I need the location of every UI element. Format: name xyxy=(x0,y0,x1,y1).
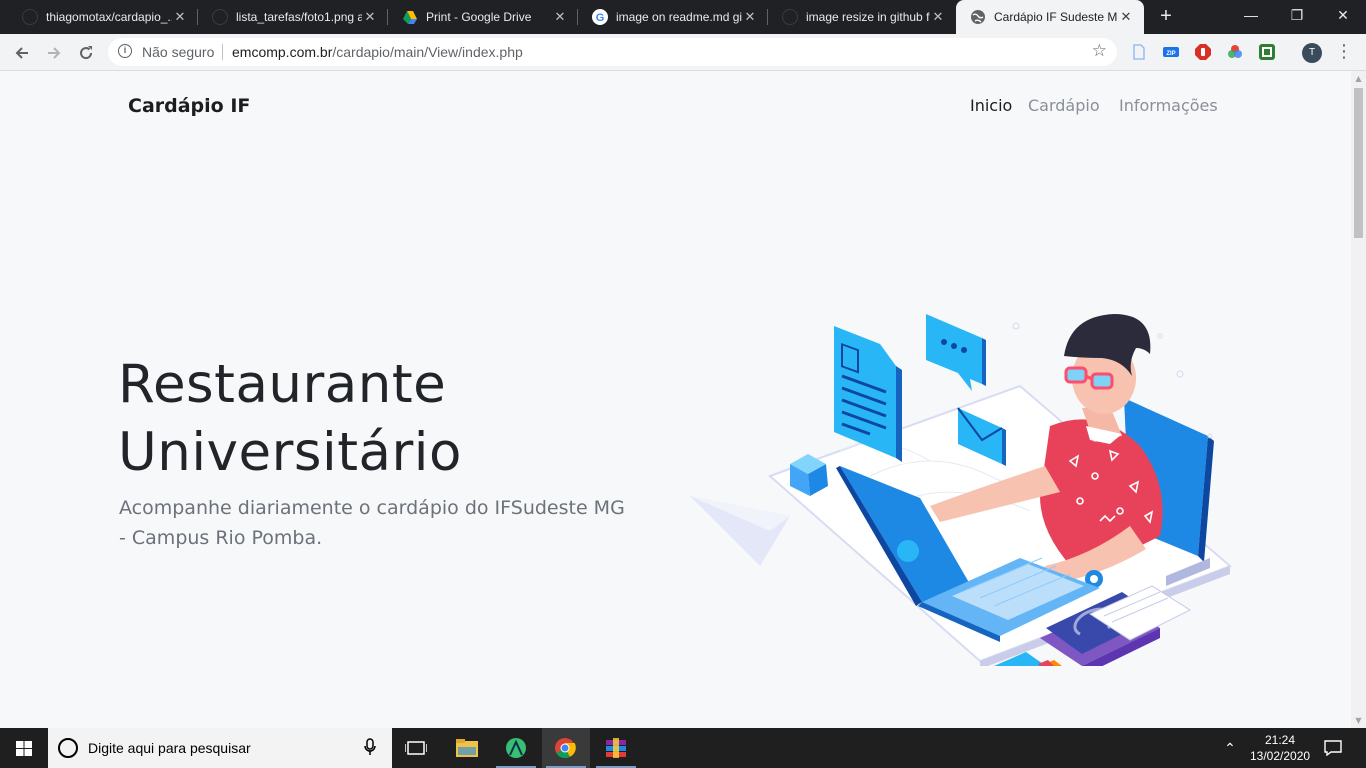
close-window-button[interactable]: ✕ xyxy=(1320,0,1366,34)
info-icon[interactable]: i xyxy=(118,44,132,58)
reload-icon xyxy=(80,46,93,60)
github-icon xyxy=(782,9,798,25)
close-tab-icon[interactable]: ✕ xyxy=(742,9,758,25)
site-brand[interactable]: Cardápio IF xyxy=(128,95,250,117)
search-placeholder: Digite aqui para pesquisar xyxy=(88,740,251,756)
hero-title: Restaurante Universitário xyxy=(118,351,718,487)
browser-toolbar: i Não seguro emcomp.com.br/cardapio/main… xyxy=(0,34,1366,71)
extension-green-icon[interactable] xyxy=(1259,44,1275,60)
extension-color-picker-icon[interactable] xyxy=(1227,44,1243,60)
bookmark-star-icon[interactable]: ☆ xyxy=(1092,41,1107,61)
document-illustration xyxy=(834,326,902,462)
windows-taskbar: Digite aqui para pesquisar ⌃ 21:24 13/02… xyxy=(0,728,1366,768)
globe-icon xyxy=(971,10,985,24)
extension-zip-icon[interactable]: ZIP xyxy=(1163,44,1179,60)
hero-subtitle-line: - Campus Rio Pomba. xyxy=(119,527,323,549)
url-text[interactable]: emcomp.com.br/cardapio/main/View/index.p… xyxy=(232,44,523,60)
extension-adblock-icon[interactable] xyxy=(1195,44,1211,60)
chat-bubble-illustration xyxy=(926,314,986,391)
winrar-icon xyxy=(606,738,626,758)
address-bar[interactable]: i Não seguro emcomp.com.br/cardapio/main… xyxy=(108,38,1117,66)
notification-icon[interactable] xyxy=(1324,740,1342,756)
tray-chevron-icon[interactable]: ⌃ xyxy=(1220,728,1240,768)
scroll-up-icon[interactable]: ▲ xyxy=(1351,71,1366,86)
browser-tab[interactable]: image resize in github f... ✕ xyxy=(768,0,956,34)
taskbar-clock[interactable]: 21:24 13/02/2020 xyxy=(1250,732,1310,764)
android-studio-icon xyxy=(506,738,526,758)
hero-illustration xyxy=(690,314,1232,666)
maximize-button[interactable]: ❐ xyxy=(1274,0,1320,34)
task-view-button[interactable] xyxy=(392,728,440,768)
tab-title: Cardápio IF Sudeste MG xyxy=(994,10,1118,24)
android-studio-button[interactable] xyxy=(492,728,540,768)
browser-tab-active[interactable]: Cardápio IF Sudeste MG ✕ xyxy=(956,0,1144,34)
reload-button[interactable] xyxy=(74,41,98,65)
hero-title-line: Universitário xyxy=(118,422,462,483)
chrome-icon xyxy=(555,738,576,759)
tab-title: image on readme.md git... xyxy=(616,10,742,24)
divider xyxy=(222,44,223,60)
github-icon xyxy=(22,9,38,25)
arrow-left-icon xyxy=(15,47,28,59)
clock-date: 13/02/2020 xyxy=(1250,749,1311,763)
url-path: /cardapio/main/View/index.php xyxy=(332,44,523,60)
browser-tab[interactable]: thiagomotax/cardapio_... ✕ xyxy=(8,0,198,34)
browser-menu-icon[interactable]: ⋮ xyxy=(1335,42,1353,64)
close-tab-icon[interactable]: ✕ xyxy=(362,9,378,25)
windows-start-icon[interactable] xyxy=(16,741,32,756)
url-domain: emcomp.com.br xyxy=(232,44,333,60)
google-drive-icon xyxy=(403,11,417,24)
file-explorer-button[interactable] xyxy=(442,728,490,768)
tab-title: thiagomotax/cardapio_... xyxy=(46,10,172,24)
scroll-down-icon[interactable]: ▼ xyxy=(1351,713,1366,728)
profile-avatar[interactable]: T xyxy=(1302,43,1322,63)
task-view-icon xyxy=(405,741,427,755)
nav-link-informacoes[interactable]: Informações xyxy=(1119,96,1218,115)
web-page: Cardápio IF Inicio Cardápio Informações … xyxy=(0,71,1351,728)
minimize-button[interactable]: — xyxy=(1228,0,1274,34)
taskbar-search-box[interactable]: Digite aqui para pesquisar xyxy=(48,728,392,768)
paper-plane-illustration xyxy=(690,496,790,566)
arrow-right-icon xyxy=(48,47,61,59)
close-tab-icon[interactable]: ✕ xyxy=(1118,9,1134,25)
tab-title: lista_tarefas/foto1.png at... xyxy=(236,10,362,24)
google-icon: G xyxy=(592,9,608,25)
chrome-taskbar-button[interactable] xyxy=(542,728,590,768)
hero-title-line: Restaurante xyxy=(118,354,447,415)
hero-subtitle: Acompanhe diariamente o cardápio do IFSu… xyxy=(119,493,679,553)
back-button[interactable] xyxy=(10,41,34,65)
winrar-taskbar-button[interactable] xyxy=(592,728,640,768)
svg-text:ZIP: ZIP xyxy=(1166,51,1175,57)
tab-title: Print - Google Drive xyxy=(426,10,532,24)
new-tab-button[interactable]: + xyxy=(1155,5,1177,27)
close-tab-icon[interactable]: ✕ xyxy=(930,9,946,25)
svg-text:G: G xyxy=(596,12,605,24)
hero-subtitle-line: Acompanhe diariamente o cardápio do IFSu… xyxy=(119,497,625,519)
close-tab-icon[interactable]: ✕ xyxy=(172,9,188,25)
browser-tab[interactable]: lista_tarefas/foto1.png at... ✕ xyxy=(198,0,388,34)
browser-tab[interactable]: G image on readme.md git... ✕ xyxy=(578,0,768,34)
close-tab-icon[interactable]: ✕ xyxy=(552,9,568,25)
clock-time: 21:24 xyxy=(1264,733,1296,747)
browser-tab[interactable]: Print - Google Drive ✕ xyxy=(388,0,578,34)
nav-link-inicio[interactable]: Inicio xyxy=(970,96,1012,115)
security-label[interactable]: Não seguro xyxy=(142,44,214,60)
microphone-icon[interactable] xyxy=(364,738,376,756)
tab-title: image resize in github f... xyxy=(806,10,930,24)
github-icon xyxy=(212,9,228,25)
browser-tab-strip: thiagomotax/cardapio_... ✕ lista_tarefas… xyxy=(0,0,1366,34)
cortana-icon xyxy=(58,738,78,758)
folder-icon xyxy=(456,739,478,757)
nav-link-cardapio[interactable]: Cardápio xyxy=(1028,96,1100,115)
page-scrollbar[interactable]: ▲ ▼ xyxy=(1351,71,1366,728)
scroll-thumb[interactable] xyxy=(1354,88,1363,238)
forward-button[interactable] xyxy=(42,41,66,65)
extension-docs-icon[interactable] xyxy=(1131,44,1147,60)
